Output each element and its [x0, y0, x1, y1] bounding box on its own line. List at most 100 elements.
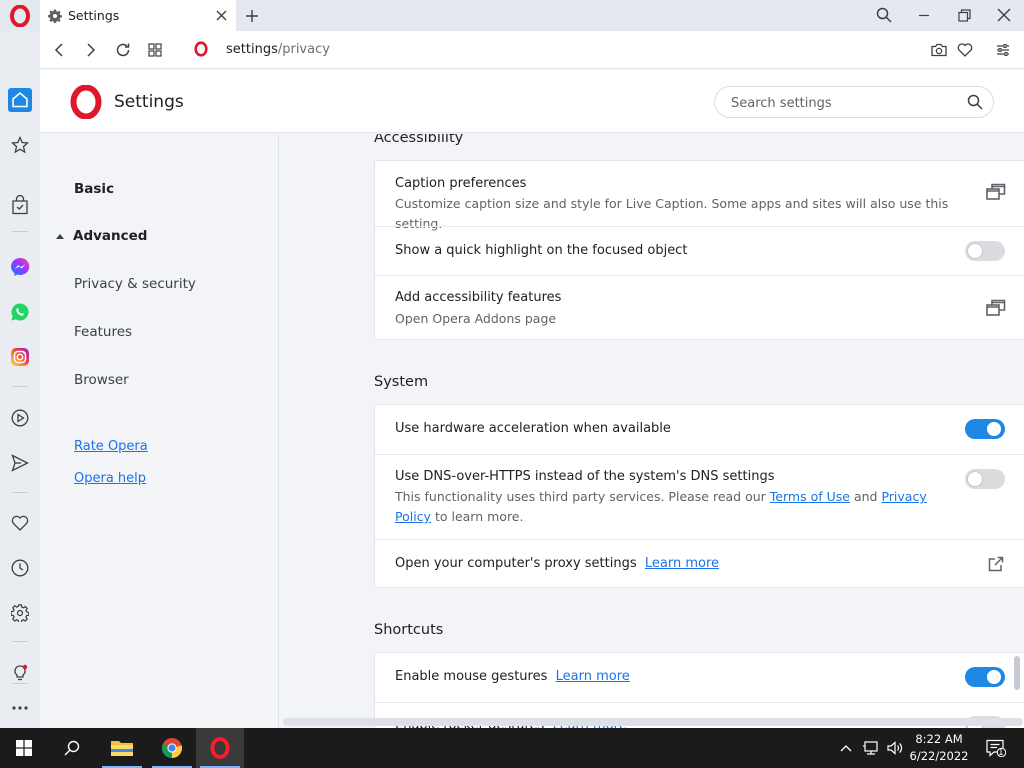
- url-host: settings: [226, 42, 278, 57]
- show-hidden-icons-button[interactable]: [836, 728, 856, 768]
- nav-advanced[interactable]: Advanced: [56, 228, 147, 244]
- opera-menu-button[interactable]: [6, 4, 34, 28]
- proxy-learn-more-link[interactable]: Learn more: [645, 556, 719, 571]
- dns-over-https-toggle[interactable]: [965, 469, 1005, 489]
- mouse-gestures-learn-more-link[interactable]: Learn more: [556, 669, 630, 684]
- row-title: Use hardware acceleration when available: [395, 421, 671, 436]
- chevron-right-icon: [87, 43, 96, 57]
- bookmark-button[interactable]: [954, 39, 976, 61]
- new-tab-button[interactable]: [241, 5, 263, 27]
- search-input[interactable]: [731, 93, 951, 113]
- grid-icon: [148, 43, 162, 57]
- volume-button[interactable]: [884, 728, 906, 768]
- caption-preferences-row[interactable]: Caption preferences Customize caption si…: [375, 161, 1024, 231]
- opera-site-icon: [194, 41, 208, 61]
- hardware-acceleration-toggle[interactable]: [965, 419, 1005, 439]
- back-button[interactable]: [48, 39, 70, 61]
- forward-button[interactable]: [80, 39, 102, 61]
- mouse-gestures-row[interactable]: Enable mouse gestures Learn more: [375, 653, 1024, 702]
- sidebar-bookmarks[interactable]: [6, 131, 34, 159]
- taskbar-opera[interactable]: [196, 728, 244, 768]
- close-tab-icon[interactable]: [212, 6, 230, 24]
- close-window-button[interactable]: [986, 2, 1022, 28]
- dns-text-b: to learn more.: [434, 509, 524, 524]
- taskbar-search-button[interactable]: [48, 728, 96, 768]
- open-window-icon[interactable]: [985, 181, 1007, 203]
- settings-header: Settings: [40, 70, 1024, 133]
- section-title-shortcuts: Shortcuts: [374, 622, 444, 638]
- tab-settings[interactable]: Settings: [40, 0, 236, 31]
- nav-privacy-security[interactable]: Privacy & security: [74, 276, 196, 292]
- sidebar-divider: [12, 492, 28, 493]
- sidebar-home[interactable]: [6, 86, 34, 114]
- tab-search-button[interactable]: [866, 2, 902, 28]
- restore-button[interactable]: [946, 2, 982, 28]
- sidebar-whatsapp[interactable]: [6, 298, 34, 326]
- shopping-bag-icon: [12, 195, 28, 215]
- search-icon[interactable]: [967, 94, 983, 114]
- sidebar-messenger[interactable]: [6, 253, 34, 281]
- network-button[interactable]: [860, 728, 882, 768]
- shortcuts-card: Enable mouse gestures Learn more Enable …: [374, 652, 1024, 728]
- taskbar-chrome[interactable]: [148, 728, 196, 768]
- sidebar-pinboards[interactable]: [6, 509, 34, 537]
- add-accessibility-features-row[interactable]: Add accessibility features Open Opera Ad…: [375, 275, 1024, 340]
- external-link-icon[interactable]: [985, 553, 1007, 575]
- sidebar-instagram[interactable]: [6, 343, 34, 371]
- sidebar-divider: [12, 386, 28, 387]
- proxy-settings-row[interactable]: Open your computer's proxy settings Lear…: [375, 539, 1024, 588]
- speaker-icon: [887, 741, 903, 755]
- dns-text-a: This functionality uses third party serv…: [395, 489, 766, 504]
- mouse-gestures-text: Enable mouse gestures: [395, 669, 548, 684]
- sidebar-shopping[interactable]: [6, 191, 34, 219]
- sidebar-divider: [12, 641, 28, 642]
- focus-highlight-toggle[interactable]: [965, 241, 1005, 261]
- snapshot-button[interactable]: [928, 39, 950, 61]
- rate-opera-link[interactable]: Rate Opera: [74, 439, 148, 454]
- accessibility-card: Caption preferences Customize caption si…: [374, 160, 1024, 340]
- action-center-button[interactable]: 1: [980, 728, 1012, 768]
- opera-logo-icon: [210, 737, 230, 759]
- mouse-gestures-toggle[interactable]: [965, 667, 1005, 687]
- sidebar-my-flow[interactable]: [6, 449, 34, 477]
- toggle-knob: [987, 670, 1001, 684]
- nav-features[interactable]: Features: [74, 324, 132, 340]
- chrome-icon: [161, 738, 183, 759]
- restore-icon: [957, 8, 971, 22]
- sidebar-player[interactable]: [6, 404, 34, 432]
- system-clock[interactable]: 8:22 AM 6/22/2022: [906, 731, 972, 765]
- dns-text-and: and: [853, 489, 878, 504]
- vertical-scrollbar[interactable]: [1014, 656, 1020, 690]
- lightbulb-icon: [14, 664, 28, 681]
- windows-taskbar: 8:22 AM 6/22/2022 1: [0, 728, 1024, 768]
- open-window-icon[interactable]: [985, 297, 1007, 319]
- search-icon: [876, 7, 892, 23]
- plus-icon: [246, 10, 258, 22]
- sidebar-history[interactable]: [6, 554, 34, 582]
- tab-strip: Settings: [0, 0, 1024, 31]
- horizontal-scrollbar[interactable]: [283, 718, 1023, 726]
- easy-setup-button[interactable]: [992, 39, 1014, 61]
- focus-highlight-row[interactable]: Show a quick highlight on the focused ob…: [375, 226, 1024, 275]
- sidebar-settings[interactable]: [6, 599, 34, 627]
- start-button[interactable]: [0, 728, 48, 768]
- opera-help-link[interactable]: Opera help: [74, 471, 146, 486]
- taskbar-file-explorer[interactable]: [98, 728, 146, 768]
- minimize-button[interactable]: [906, 2, 942, 28]
- row-title: Open your computer's proxy settings Lear…: [395, 556, 719, 571]
- dns-over-https-row[interactable]: Use DNS-over-HTTPS instead of the system…: [375, 454, 1024, 539]
- url-field[interactable]: settings/privacy: [226, 42, 330, 57]
- sliders-icon: [997, 44, 1009, 56]
- search-icon: [64, 740, 80, 756]
- sidebar-more[interactable]: [6, 694, 34, 722]
- hardware-acceleration-row[interactable]: Use hardware acceleration when available: [375, 405, 1024, 454]
- search-settings-box[interactable]: [714, 86, 994, 118]
- toggle-knob: [968, 472, 982, 486]
- reload-button[interactable]: [112, 39, 134, 61]
- nav-browser[interactable]: Browser: [74, 372, 129, 388]
- gear-icon: [11, 604, 29, 622]
- terms-of-use-link[interactable]: Terms of Use: [770, 489, 850, 504]
- nav-basic[interactable]: Basic: [74, 181, 114, 197]
- speed-dial-button[interactable]: [144, 39, 166, 61]
- row-title: Caption preferences: [395, 176, 527, 191]
